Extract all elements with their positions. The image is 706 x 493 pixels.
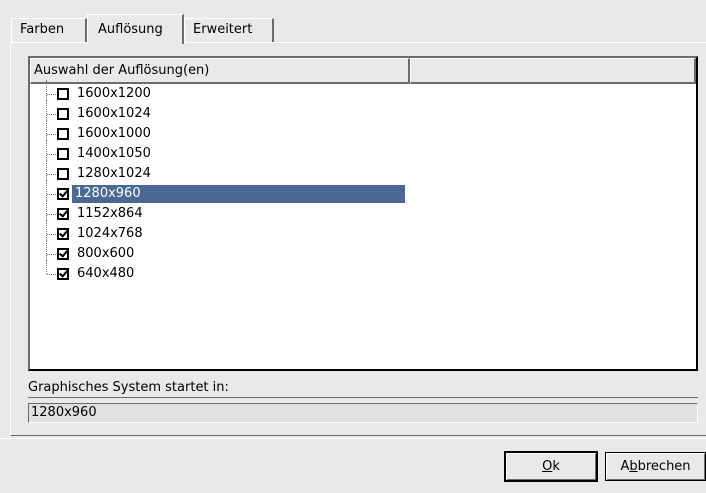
tree-connector-horizontal (47, 274, 56, 275)
tree-connector-horizontal (47, 134, 56, 135)
resolution-label: 1600x1024 (77, 106, 151, 121)
tree-connector-horizontal (47, 254, 56, 255)
cancel-label-post: brechen (637, 459, 691, 474)
resolution-checkbox[interactable] (57, 248, 69, 260)
tab-erweitert[interactable]: Erweitert (184, 18, 274, 42)
tree-connector-horizontal (47, 114, 56, 115)
tree-connector-horizontal (47, 154, 56, 155)
ok-button[interactable]: Ok (504, 451, 598, 482)
list-item[interactable]: 1152x864 (30, 200, 696, 224)
resolution-label: 1280x960 (72, 185, 405, 203)
resolution-label: 1280x1024 (77, 166, 151, 181)
resolution-checkbox[interactable] (57, 88, 69, 100)
resolution-checkbox[interactable] (57, 268, 69, 280)
list-item[interactable]: 1600x1024 (30, 100, 696, 124)
list-item[interactable]: 1600x1200 (30, 80, 696, 104)
resolution-checkbox[interactable] (57, 108, 69, 120)
tab-aufloesung[interactable]: Auflösung (87, 14, 184, 44)
resolution-checkbox[interactable] (57, 168, 69, 180)
resolution-label: 1600x1200 (77, 86, 151, 101)
list-item[interactable]: 1600x1000 (30, 120, 696, 144)
cancel-button[interactable]: Abbrechen (605, 452, 706, 481)
resolution-label: 1152x864 (77, 206, 143, 221)
cancel-label-mnemonic: b (629, 459, 638, 474)
list-item[interactable]: 1400x1050 (30, 140, 696, 164)
tree-connector-horizontal (47, 94, 56, 95)
resolution-list[interactable]: Auswahl der Auflösung(en) 1600x1200 1600x… (28, 56, 698, 371)
tree-connector-vertical (46, 260, 47, 274)
list-item[interactable]: 640x480 (30, 260, 696, 284)
ok-label-post: k (552, 459, 560, 474)
resolution-label: 800x600 (77, 246, 135, 261)
cancel-label-pre: A (620, 459, 630, 474)
tree-connector-horizontal (47, 194, 56, 195)
resolution-checkbox[interactable] (57, 228, 69, 240)
status-label: Graphisches System startet in: (28, 379, 698, 398)
list-item[interactable]: 800x600 (30, 240, 696, 264)
ok-label-mnemonic: O (542, 459, 553, 474)
tab-farben[interactable]: Farben (11, 18, 87, 42)
tree-connector-horizontal (47, 234, 56, 235)
resolution-checkbox[interactable] (57, 128, 69, 140)
resolution-checkbox[interactable] (57, 148, 69, 160)
column-header-resolution[interactable]: Auswahl der Auflösung(en) (30, 58, 410, 84)
resolution-label: 640x480 (77, 266, 135, 281)
tree-connector-horizontal (47, 214, 56, 215)
status-value-field: 1280x960 (28, 403, 698, 423)
resolution-checkbox[interactable] (57, 188, 69, 200)
separator (0, 438, 706, 439)
resolution-label: 1024x768 (77, 226, 143, 241)
column-header-empty[interactable] (410, 58, 696, 84)
list-item[interactable]: 1024x768 (30, 220, 696, 244)
resolution-tree: 1600x1200 1600x1024 1600x1000 1400x1050 1280… (30, 80, 696, 284)
tree-connector-horizontal (47, 174, 56, 175)
resolution-checkbox[interactable] (57, 208, 69, 220)
list-item[interactable]: 1280x1024 (30, 160, 696, 184)
tab-panel: Auswahl der Auflösung(en) 1600x1200 1600x… (10, 42, 706, 436)
list-item[interactable]: 1280x960 (30, 180, 696, 204)
resolution-label: 1400x1050 (77, 146, 151, 161)
resolution-label: 1600x1000 (77, 126, 151, 141)
